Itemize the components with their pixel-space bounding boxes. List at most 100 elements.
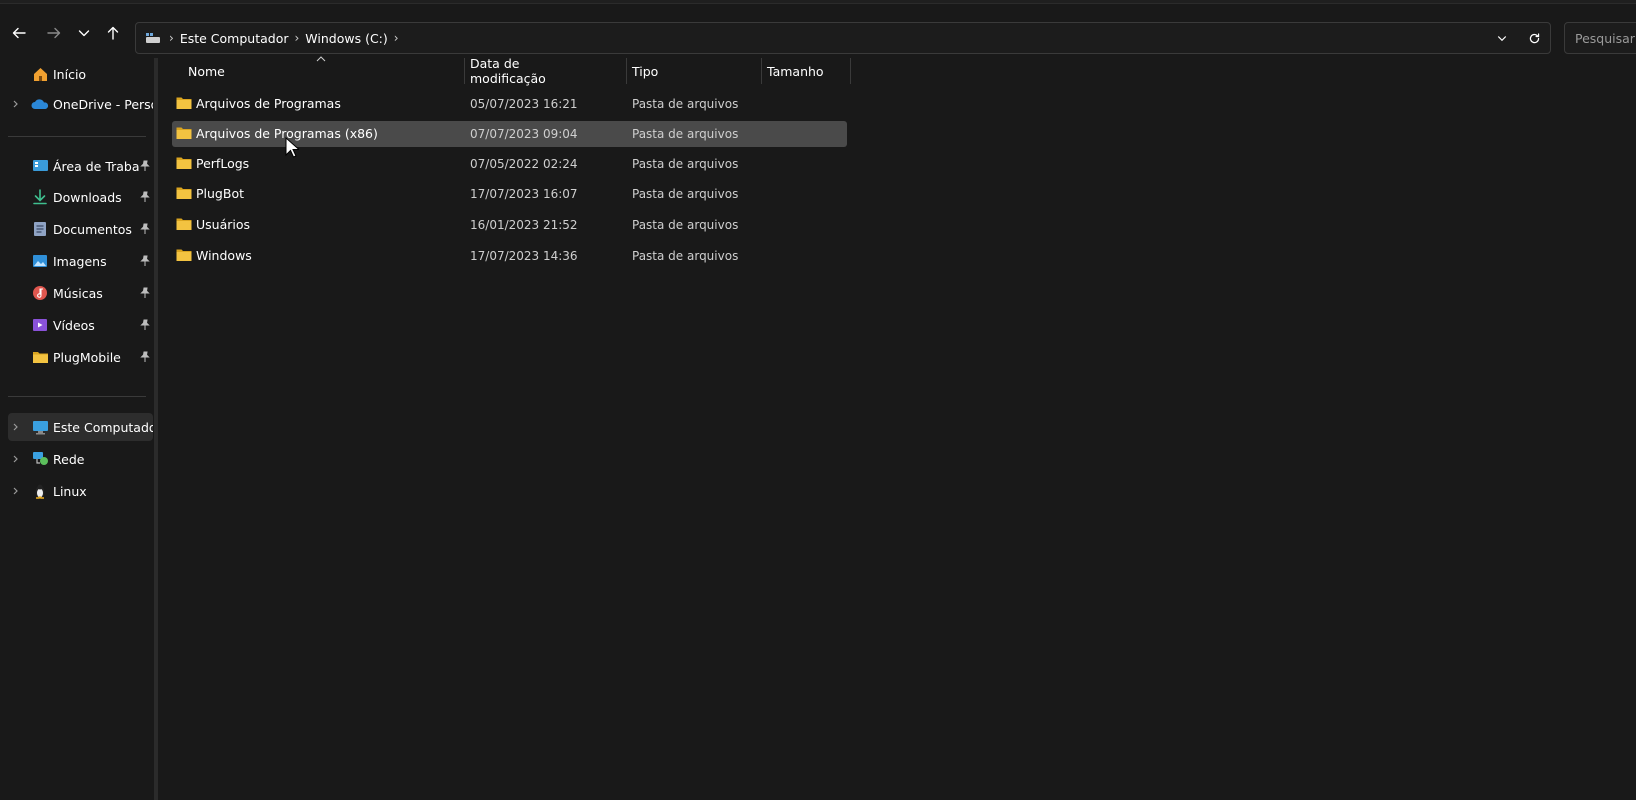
sidebar-item-label: Downloads [53, 189, 122, 205]
address-history-button[interactable] [1486, 23, 1518, 53]
navigation-pane-splitter[interactable] [154, 58, 158, 800]
sidebar-item-label: Imagens [53, 253, 107, 269]
sidebar-item-documentos[interactable]: Documentos [8, 215, 153, 243]
file-name[interactable]: PerfLogs [196, 151, 249, 177]
image-icon [31, 252, 49, 270]
desktop-icon [31, 157, 49, 175]
pin-icon [140, 160, 150, 171]
file-date: 05/07/2023 16:21 [470, 97, 578, 111]
file-row[interactable]: Arquivos de Programas 05/07/2023 16:21 P… [172, 91, 847, 117]
file-type: Pasta de arquivos [632, 218, 739, 232]
folder-icon [176, 97, 192, 109]
back-button[interactable] [8, 22, 30, 44]
column-header-date[interactable]: Data de modificação [470, 56, 546, 86]
arrow-right-icon [47, 27, 61, 39]
sidebar-item-rede[interactable]: Rede [8, 445, 153, 473]
sidebar-item-onedrive[interactable]: OneDrive - Persona [8, 90, 153, 118]
file-row[interactable]: Usuários 16/01/2023 21:52 Pasta de arqui… [172, 212, 847, 238]
window-top-border [0, 0, 1636, 4]
file-row[interactable]: Arquivos de Programas (x86) 07/07/2023 0… [172, 121, 847, 147]
sidebar-item-downloads[interactable]: Downloads [8, 183, 153, 211]
breadcrumb-este-computador[interactable]: Este Computador [180, 31, 289, 46]
chevron-right-icon[interactable] [10, 90, 22, 118]
file-row[interactable]: PerfLogs 07/05/2022 02:24 Pasta de arqui… [172, 151, 847, 177]
column-header-type[interactable]: Tipo [632, 58, 658, 84]
folder-icon [176, 249, 192, 261]
chevron-right-icon[interactable] [10, 445, 22, 473]
file-name[interactable]: Usuários [196, 212, 250, 238]
forward-button[interactable] [43, 22, 65, 44]
sidebar-item-inicio[interactable]: Início [8, 60, 153, 88]
pin-icon [140, 287, 150, 298]
linux-icon [31, 482, 49, 500]
column-divider[interactable] [850, 58, 851, 84]
breadcrumb-separator: › [169, 31, 174, 45]
folder-icon [176, 127, 192, 139]
chevron-right-icon[interactable] [10, 413, 22, 441]
drive-icon [145, 30, 163, 46]
pin-icon [140, 351, 150, 362]
file-date: 17/07/2023 14:36 [470, 249, 578, 263]
file-name[interactable]: PlugBot [196, 181, 244, 207]
mouse-cursor-icon [285, 137, 299, 158]
download-icon [31, 188, 49, 206]
network-icon [31, 450, 49, 468]
column-divider[interactable] [464, 58, 465, 84]
pin-icon [140, 319, 150, 330]
column-header-name[interactable]: Nome [188, 58, 225, 84]
breadcrumb-separator[interactable]: › [294, 31, 299, 45]
file-name[interactable]: Arquivos de Programas [196, 91, 341, 117]
recent-locations-button[interactable] [73, 22, 95, 44]
sidebar-item-linux[interactable]: Linux [8, 477, 153, 505]
breadcrumb-windows-c[interactable]: Windows (C:) [305, 31, 387, 46]
file-type: Pasta de arquivos [632, 249, 739, 263]
sidebar-divider [8, 136, 146, 137]
sidebar-item-este-computador[interactable]: Este Computador [8, 413, 153, 441]
column-header-size[interactable]: Tamanho [767, 58, 824, 84]
pin-icon [140, 191, 150, 202]
sidebar-item-imagens[interactable]: Imagens [8, 247, 153, 275]
file-date: 16/01/2023 21:52 [470, 218, 578, 232]
computer-icon [31, 418, 49, 436]
sidebar-item-label: Documentos [53, 221, 132, 237]
arrow-up-icon [107, 26, 119, 40]
up-button[interactable] [102, 22, 124, 44]
folder-icon [31, 348, 49, 366]
sidebar-item-plugmobile[interactable]: PlugMobile [8, 343, 153, 371]
sort-ascending-icon [316, 56, 326, 62]
file-type: Pasta de arquivos [632, 97, 739, 111]
breadcrumb-separator[interactable]: › [394, 31, 399, 45]
file-type: Pasta de arquivos [632, 127, 739, 141]
sidebar-item-musicas[interactable]: Músicas [8, 279, 153, 307]
pin-icon [140, 255, 150, 266]
sidebar-item-label: OneDrive - Persona [53, 96, 153, 112]
video-icon [31, 316, 49, 334]
sidebar-item-label: Este Computador [53, 419, 153, 435]
refresh-icon [1529, 32, 1539, 43]
column-divider[interactable] [761, 58, 762, 84]
pin-icon [140, 223, 150, 234]
chevron-right-icon[interactable] [10, 477, 22, 505]
address-bar[interactable]: › Este Computador › Windows (C:) › [135, 22, 1551, 54]
sidebar-item-label: Início [53, 66, 87, 82]
search-input[interactable]: Pesquisar em [1564, 22, 1636, 54]
chevron-down-icon [1497, 36, 1507, 42]
music-icon [31, 284, 49, 302]
sidebar-item-label: Linux [53, 483, 87, 499]
sidebar-item-videos[interactable]: Vídeos [8, 311, 153, 339]
sidebar-item-label: Músicas [53, 285, 103, 301]
sidebar-item-area-de-trabalho[interactable]: Área de Trabalho [8, 152, 153, 180]
navigation-pane: Início OneDrive - Persona Área de Trabal… [0, 58, 156, 800]
folder-icon [176, 187, 192, 199]
refresh-button[interactable] [1518, 23, 1550, 53]
file-name[interactable]: Windows [196, 243, 252, 269]
sidebar-item-label: Rede [53, 451, 85, 467]
file-row[interactable]: PlugBot 17/07/2023 16:07 Pasta de arquiv… [172, 181, 847, 207]
folder-icon [176, 218, 192, 230]
file-date: 07/07/2023 09:04 [470, 127, 578, 141]
home-icon [31, 65, 49, 83]
navigation-bar: › Este Computador › Windows (C:) › Pesqu… [0, 8, 1636, 54]
column-divider[interactable] [626, 58, 627, 84]
sidebar-item-label: PlugMobile [53, 349, 121, 365]
file-row[interactable]: Windows 17/07/2023 14:36 Pasta de arquiv… [172, 243, 847, 269]
